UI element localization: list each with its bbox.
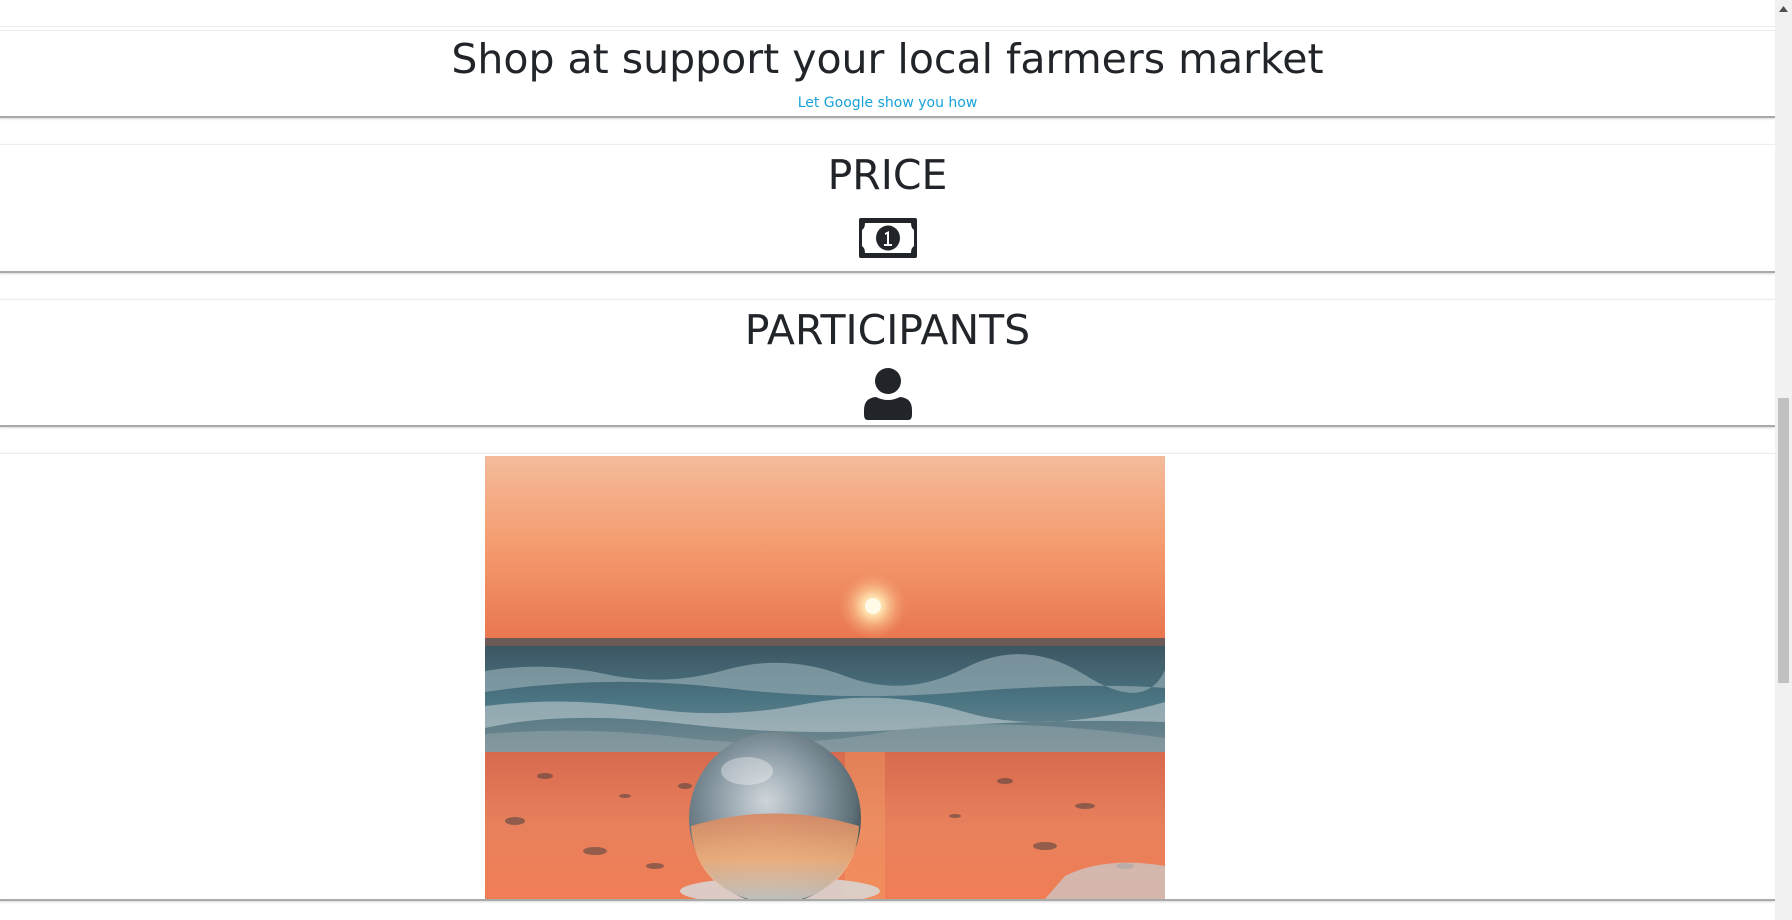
money-bill-icon xyxy=(858,218,917,258)
scroll-up-arrow-icon[interactable] xyxy=(1775,0,1792,17)
scrollbar-thumb[interactable] xyxy=(1778,398,1789,683)
page: Shop at support your local farmers marke… xyxy=(0,0,1792,920)
price-title: PRICE xyxy=(827,151,948,199)
participants-card: PARTICIPANTS xyxy=(0,299,1775,427)
participants-icon-wrap xyxy=(0,368,1775,420)
activity-title: Shop at support your local farmers marke… xyxy=(451,35,1324,83)
vertical-scrollbar[interactable] xyxy=(1775,0,1792,920)
previous-card-edge xyxy=(0,0,1775,27)
activity-card: Shop at support your local farmers marke… xyxy=(0,30,1775,118)
google-search-link[interactable]: Let Google show you how xyxy=(0,95,1775,111)
image-card xyxy=(0,453,1775,901)
photo-illustration xyxy=(485,456,1165,899)
user-icon xyxy=(863,368,912,420)
price-card: PRICE xyxy=(0,144,1775,273)
price-icon-wrap xyxy=(0,218,1775,258)
main-content: Shop at support your local farmers marke… xyxy=(0,0,1775,920)
sunset-crystal-ball-photo xyxy=(485,456,1165,899)
participants-title: PARTICIPANTS xyxy=(744,306,1031,354)
